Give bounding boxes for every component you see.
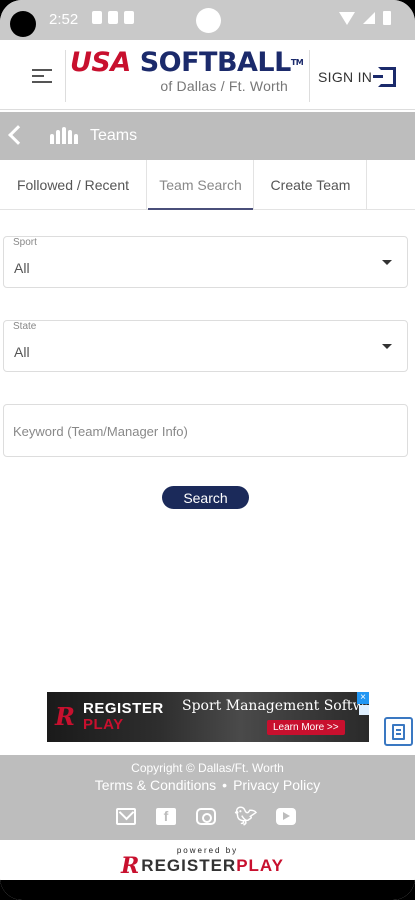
logo-subtitle: of Dallas / Ft. Worth — [160, 78, 288, 94]
status-time: 2:52 — [49, 11, 79, 28]
system-icons — [339, 11, 391, 25]
ad-close-icon[interactable]: × — [357, 692, 369, 704]
page-title: Teams — [90, 127, 138, 144]
logo-softball: SOFTBALL — [139, 47, 292, 78]
keyword-field-wrapper — [3, 404, 408, 457]
footer-separator: • — [222, 777, 228, 793]
tab-create-team[interactable]: Create Team — [255, 160, 367, 210]
registerplay-play: PLAY — [236, 856, 284, 875]
youtube-icon[interactable] — [276, 808, 296, 825]
social-links: f 🐦︎ — [116, 807, 296, 825]
header-divider — [309, 50, 310, 102]
system-nav-bar — [0, 880, 415, 900]
dropdown-caret-icon — [382, 260, 392, 265]
state-label: State — [13, 321, 37, 332]
powered-by[interactable]: powered by R REGISTER PLAY — [0, 840, 415, 880]
ad-banner[interactable]: R REGISTER PLAY Sport Management Softwar… — [47, 692, 369, 742]
state-value: All — [14, 344, 30, 360]
instagram-icon[interactable] — [196, 808, 216, 825]
sport-select[interactable]: Sport All — [3, 236, 408, 288]
signal-icon — [363, 12, 375, 24]
camera-dot — [10, 11, 36, 37]
notification-icons — [92, 11, 134, 24]
terms-link[interactable]: Terms & Conditions — [95, 777, 216, 793]
sign-in-label: SIGN IN — [318, 69, 373, 85]
ad-brand-register: REGISTER — [83, 700, 164, 717]
footer-links: Terms & Conditions • Privacy Policy — [0, 777, 415, 793]
facebook-icon[interactable]: f — [156, 808, 176, 825]
logo-usa: USA — [70, 47, 131, 78]
ad-brand-play: PLAY — [83, 716, 124, 733]
dropdown-caret-icon — [382, 344, 392, 349]
keyword-input[interactable] — [13, 420, 393, 442]
notification-icon — [92, 11, 102, 24]
copyright: Copyright © Dallas/Ft. Worth — [131, 761, 284, 775]
sign-in-icon — [373, 67, 397, 87]
registerplay-logo: R REGISTER PLAY — [121, 853, 284, 879]
teams-icon — [50, 127, 78, 144]
mail-icon[interactable] — [116, 808, 136, 825]
back-chevron-icon[interactable] — [8, 125, 28, 145]
sport-label: Sport — [13, 237, 37, 248]
status-bar: 2:52 — [0, 0, 415, 40]
front-camera — [196, 8, 221, 33]
state-select[interactable]: State All — [3, 320, 408, 372]
tab-bar: Followed / Recent Team Search Create Tea… — [0, 160, 415, 210]
app-screen: 2:52 USA SOFTBALLTM of Dallas / Ft. Wort… — [0, 0, 415, 900]
feedback-button[interactable] — [384, 717, 413, 746]
tab-team-search[interactable]: Team Search — [148, 160, 254, 210]
ad-learn-more-button[interactable]: Learn More >> — [267, 720, 345, 735]
registerplay-register: REGISTER — [141, 856, 237, 875]
header-divider — [65, 50, 66, 102]
sign-in-button[interactable]: SIGN IN — [318, 67, 397, 87]
sd-card-icon — [124, 11, 134, 24]
footer: Copyright © Dallas/Ft. Worth Terms & Con… — [0, 755, 415, 840]
twitter-icon[interactable]: 🐦︎ — [235, 807, 258, 825]
notification-icon — [108, 11, 118, 24]
breadcrumb: Teams — [0, 112, 415, 160]
battery-icon — [383, 11, 391, 25]
privacy-link[interactable]: Privacy Policy — [233, 777, 320, 793]
app-header: USA SOFTBALLTM of Dallas / Ft. Worth SIG… — [0, 40, 415, 110]
edit-document-icon — [392, 723, 405, 740]
registerplay-mark-icon: R — [121, 853, 140, 879]
logo[interactable]: USA SOFTBALLTM of Dallas / Ft. Worth — [70, 47, 304, 100]
menu-icon[interactable] — [32, 69, 52, 83]
ad-headline: Sport Management Software — [182, 698, 369, 714]
search-button[interactable]: Search — [162, 486, 249, 509]
sport-value: All — [14, 260, 30, 276]
wifi-icon — [339, 11, 355, 25]
tab-followed-recent[interactable]: Followed / Recent — [0, 160, 147, 210]
registerplay-logo-icon: R — [55, 702, 75, 731]
logo-trademark: TM — [290, 58, 304, 67]
ad-choices-icon[interactable] — [359, 705, 369, 715]
